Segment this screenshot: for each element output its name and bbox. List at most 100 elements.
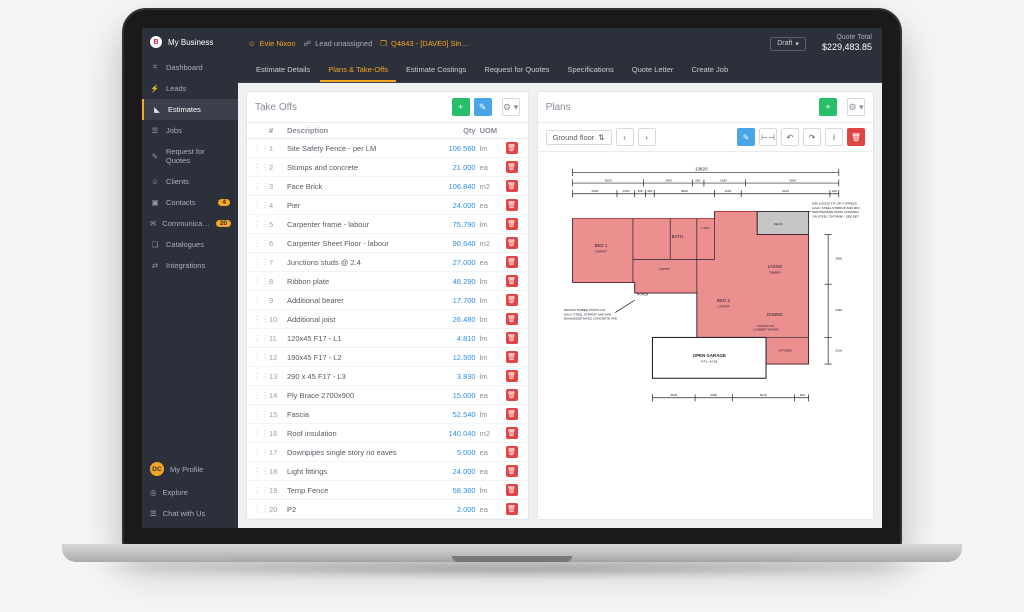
- drag-handle-icon[interactable]: ⋮⋮: [253, 163, 265, 172]
- delete-row-button[interactable]: 🗑: [506, 275, 518, 287]
- sidebar-bottom-explore[interactable]: ◎Explore: [142, 482, 238, 503]
- delete-row-button[interactable]: 🗑: [506, 427, 518, 439]
- sidebar-item-catalogues[interactable]: ❏Catalogues: [142, 234, 238, 255]
- delete-row-button[interactable]: 🗑: [506, 180, 518, 192]
- drag-handle-icon[interactable]: ⋮⋮: [253, 486, 265, 495]
- breadcrumb-user[interactable]: ☺ Evie Nixon: [248, 39, 296, 48]
- table-row[interactable]: ⋮⋮15Fascia52.540lm🗑: [247, 405, 528, 424]
- tab-estimate-details[interactable]: Estimate Details: [248, 59, 318, 82]
- drag-handle-icon[interactable]: ⋮⋮: [253, 277, 265, 286]
- delete-row-button[interactable]: 🗑: [506, 237, 518, 249]
- drag-handle-icon[interactable]: ⋮⋮: [253, 334, 265, 343]
- tab-create-job[interactable]: Create Job: [683, 59, 736, 82]
- delete-row-button[interactable]: 🗑: [506, 503, 518, 515]
- delete-row-button[interactable]: 🗑: [506, 389, 518, 401]
- sidebar-item-contacts[interactable]: ▣Contacts4: [142, 192, 238, 213]
- breadcrumb-lead[interactable]: ☍ Lead unassigned: [304, 39, 373, 48]
- drag-handle-icon[interactable]: ⋮⋮: [253, 220, 265, 229]
- delete-row-button[interactable]: 🗑: [506, 484, 518, 496]
- tab-specifications[interactable]: Specifications: [559, 59, 621, 82]
- drag-handle-icon[interactable]: ⋮⋮: [253, 315, 265, 324]
- delete-row-button[interactable]: 🗑: [506, 142, 518, 154]
- drag-handle-icon[interactable]: ⋮⋮: [253, 296, 265, 305]
- delete-row-button[interactable]: 🗑: [506, 408, 518, 420]
- table-row[interactable]: ⋮⋮3Face Brick106.840m2🗑: [247, 177, 528, 196]
- delete-row-button[interactable]: 🗑: [506, 256, 518, 268]
- sidebar-item-leads[interactable]: ⚡Leads: [142, 78, 238, 99]
- table-row[interactable]: ⋮⋮17Downpipes single story no eaves5.000…: [247, 443, 528, 462]
- delete-row-button[interactable]: 🗑: [506, 218, 518, 230]
- table-row[interactable]: ⋮⋮20P22.000ea🗑: [247, 500, 528, 519]
- draw-tool-button[interactable]: ✎: [737, 128, 755, 146]
- table-row[interactable]: ⋮⋮4Pier24.000ea🗑: [247, 196, 528, 215]
- prev-floor-button[interactable]: ‹: [616, 128, 634, 146]
- table-row[interactable]: ⋮⋮11120x45 F17 - L14.810lm🗑: [247, 329, 528, 348]
- drag-handle-icon[interactable]: ⋮⋮: [253, 410, 265, 419]
- edit-takeoff-button[interactable]: ✎: [474, 98, 492, 116]
- table-row[interactable]: ⋮⋮18Light fittings24.000ea🗑: [247, 462, 528, 481]
- delete-row-button[interactable]: 🗑: [506, 351, 518, 363]
- delete-row-button[interactable]: 🗑: [506, 332, 518, 344]
- sidebar-item-clients[interactable]: ☺Clients: [142, 171, 238, 192]
- table-row[interactable]: ⋮⋮9Additional bearer17.700lm🗑: [247, 291, 528, 310]
- tab-request-for-quotes[interactable]: Request for Quotes: [476, 59, 557, 82]
- drag-handle-icon[interactable]: ⋮⋮: [253, 429, 265, 438]
- sidebar-item-estimates[interactable]: ◣Estimates: [142, 99, 238, 120]
- takeoff-settings-button[interactable]: ⚙ ▾: [502, 98, 520, 116]
- takeoffs-body[interactable]: ⋮⋮1Site Safety Fence - per LM106.560lm🗑⋮…: [247, 139, 528, 519]
- table-row[interactable]: ⋮⋮14Ply Brace 2700x90015.000ea🗑: [247, 386, 528, 405]
- sidebar-item-integrations[interactable]: ⇄Integrations: [142, 255, 238, 276]
- table-row[interactable]: ⋮⋮2Stumps and concrete21.000ea🗑: [247, 158, 528, 177]
- table-row[interactable]: ⋮⋮1Site Safety Fence - per LM106.560lm🗑: [247, 139, 528, 158]
- info-button[interactable]: i: [825, 128, 843, 146]
- plan-canvas[interactable]: 13820 3600 2400: [538, 152, 873, 519]
- next-floor-button[interactable]: ›: [638, 128, 656, 146]
- table-row[interactable]: ⋮⋮16Roof insulation140.040m2🗑: [247, 424, 528, 443]
- drag-handle-icon[interactable]: ⋮⋮: [253, 239, 265, 248]
- delete-row-button[interactable]: 🗑: [506, 313, 518, 325]
- drag-handle-icon[interactable]: ⋮⋮: [253, 258, 265, 267]
- table-row[interactable]: ⋮⋮19Temp Fence58.360lm🗑: [247, 481, 528, 500]
- drag-handle-icon[interactable]: ⋮⋮: [253, 144, 265, 153]
- sidebar-bottom-my-profile[interactable]: DCMy Profile: [142, 456, 238, 482]
- table-row[interactable]: ⋮⋮5Carpenter frame - labour75.790lm🗑: [247, 215, 528, 234]
- sidebar-item-communica-[interactable]: ✉Communica…20: [142, 213, 238, 234]
- table-row[interactable]: ⋮⋮13290 x 45 F17 - L33.830lm🗑: [247, 367, 528, 386]
- delete-plan-button[interactable]: 🗑: [847, 128, 865, 146]
- drag-handle-icon[interactable]: ⋮⋮: [253, 353, 265, 362]
- drag-handle-icon[interactable]: ⋮⋮: [253, 182, 265, 191]
- sidebar-item-request-for-quotes[interactable]: ✎Request for Quotes: [142, 141, 238, 171]
- sidebar-item-jobs[interactable]: ☰Jobs: [142, 120, 238, 141]
- undo-button[interactable]: ↶: [781, 128, 799, 146]
- delete-row-button[interactable]: 🗑: [506, 446, 518, 458]
- redo-button[interactable]: ↷: [803, 128, 821, 146]
- add-takeoff-button[interactable]: +: [452, 98, 470, 116]
- table-row[interactable]: ⋮⋮8Ribbon plate48.290lm🗑: [247, 272, 528, 291]
- table-row[interactable]: ⋮⋮7Junctions studs @ 2.427.000ea🗑: [247, 253, 528, 272]
- delete-row-button[interactable]: 🗑: [506, 370, 518, 382]
- drag-handle-icon[interactable]: ⋮⋮: [253, 467, 265, 476]
- drag-handle-icon[interactable]: ⋮⋮: [253, 505, 265, 514]
- floor-select[interactable]: Ground floor ⇅: [546, 130, 612, 145]
- drag-handle-icon[interactable]: ⋮⋮: [253, 448, 265, 457]
- delete-row-button[interactable]: 🗑: [506, 465, 518, 477]
- drag-handle-icon[interactable]: ⋮⋮: [253, 372, 265, 381]
- delete-row-button[interactable]: 🗑: [506, 294, 518, 306]
- delete-row-button[interactable]: 🗑: [506, 199, 518, 211]
- drag-handle-icon[interactable]: ⋮⋮: [253, 201, 265, 210]
- table-row[interactable]: ⋮⋮6Carpenter Sheet Floor - labour90.640m…: [247, 234, 528, 253]
- delete-row-button[interactable]: 🗑: [506, 161, 518, 173]
- table-row[interactable]: ⋮⋮12190x45 F17 - L212.500lm🗑: [247, 348, 528, 367]
- measure-tool-button[interactable]: ⊢⊣: [759, 128, 777, 146]
- sidebar-item-dashboard[interactable]: ⌗Dashboard: [142, 56, 238, 78]
- tab-estimate-costings[interactable]: Estimate Costings: [398, 59, 474, 82]
- add-plan-button[interactable]: +: [819, 98, 837, 116]
- breadcrumb-job[interactable]: ❐ Q4843 - [DAVE0] Sin…: [380, 39, 469, 48]
- status-draft-dropdown[interactable]: Draft ▾: [770, 37, 806, 51]
- tab-quote-letter[interactable]: Quote Letter: [624, 59, 682, 82]
- plan-settings-button[interactable]: ⚙ ▾: [847, 98, 865, 116]
- sidebar-bottom-chat-with-us[interactable]: ☰Chat with Us: [142, 503, 238, 524]
- drag-handle-icon[interactable]: ⋮⋮: [253, 391, 265, 400]
- table-row[interactable]: ⋮⋮10Additional joist26.480lm🗑: [247, 310, 528, 329]
- tab-plans-take-offs[interactable]: Plans & Take-Offs: [320, 59, 396, 82]
